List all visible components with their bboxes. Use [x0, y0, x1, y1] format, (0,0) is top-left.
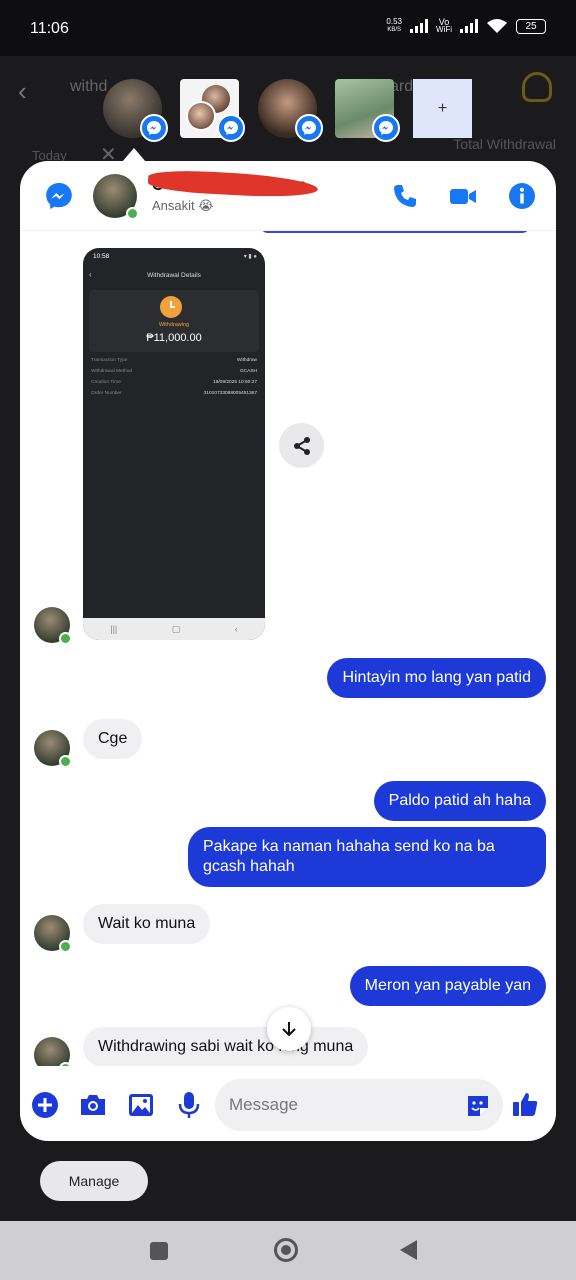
shot-row-label: Transaction Type: [91, 358, 128, 363]
chat-heads-row: +: [103, 79, 473, 142]
thumbs-up-icon[interactable]: [510, 1090, 540, 1120]
message-list[interactable]: 10:58 ▾ ▮ ● ‹ Withdrawal Details Withdra…: [20, 231, 556, 1066]
info-icon[interactable]: [507, 181, 537, 211]
shot-home-icon: ▢: [171, 623, 181, 634]
plus-circle-icon[interactable]: [30, 1090, 60, 1120]
online-indicator: [59, 940, 72, 953]
shot-row-label: Order Number: [91, 391, 122, 396]
shot-title: Withdrawal Details: [147, 272, 201, 279]
share-icon: [293, 436, 310, 455]
online-indicator: [126, 207, 139, 220]
previous-bubble-edge: [260, 231, 530, 233]
sticker-icon[interactable]: [465, 1093, 491, 1119]
outgoing-message[interactable]: Meron yan payable yan: [349, 966, 546, 1006]
shot-row: Withdrawal Method GCASH: [91, 369, 257, 380]
status-time: 11:06: [30, 20, 69, 37]
status-bar: 11:06 0.53 KB/S Vo WiFi 25: [0, 0, 576, 56]
headset-icon: [522, 72, 552, 102]
incoming-message[interactable]: Wait ko muna: [83, 904, 211, 944]
home-icon[interactable]: [274, 1238, 298, 1262]
shot-amount: ₱11,000.00: [146, 332, 202, 344]
contact-avatar[interactable]: [93, 174, 139, 220]
contact-status: Ansakit 😭: [152, 198, 214, 213]
message-composer: [20, 1076, 556, 1136]
online-indicator: [59, 755, 72, 768]
messenger-icon: [140, 114, 168, 142]
messenger-icon: [295, 114, 323, 142]
shot-row-value: 31010733088005491367: [203, 391, 257, 396]
arrow-down-icon: [282, 1022, 296, 1037]
shot-row-label: Withdrawal Method: [91, 369, 133, 374]
volte-indicator: Vo WiFi: [436, 18, 452, 34]
status-icons: 0.53 KB/S Vo WiFi 25: [386, 18, 546, 34]
add-chat-head-button[interactable]: +: [413, 79, 472, 138]
shot-row-value: GCASH: [239, 369, 257, 374]
sender-avatar[interactable]: [34, 607, 72, 645]
outgoing-message[interactable]: Paldo patid ah haha: [373, 781, 546, 821]
net-speed-value: 0.53: [386, 17, 402, 26]
messenger-logo-icon[interactable]: [44, 181, 74, 211]
incoming-message[interactable]: Withdrawing sabi wait ko nlng muna: [83, 1027, 369, 1066]
shot-row: Creation Time 19/09/2025 10:50:27: [91, 380, 257, 391]
sender-avatar[interactable]: [34, 1037, 72, 1066]
net-speed-unit: KB/S: [387, 27, 402, 33]
clock-icon: [160, 296, 182, 318]
messenger-icon: [217, 114, 245, 142]
chat-head-group[interactable]: [180, 79, 245, 142]
net-speed: 0.53 KB/S: [386, 18, 402, 34]
shot-row: Transaction Type Withdraw: [91, 358, 257, 369]
volte-bottom: WiFi: [436, 25, 452, 34]
chat-head-3[interactable]: [258, 79, 323, 142]
shot-status-icons: ▾ ▮ ●: [243, 254, 257, 260]
chat-window: Cra Ansakit 😭 10:58 ▾ ▮ ● ‹ Withdrawal D…: [20, 161, 556, 1141]
shot-row-value: 19/09/2025 10:50:27: [212, 380, 257, 385]
outgoing-message[interactable]: Hintayin mo lang yan patid: [327, 658, 546, 698]
image-message[interactable]: 10:58 ▾ ▮ ● ‹ Withdrawal Details Withdra…: [83, 248, 265, 640]
share-button[interactable]: [279, 423, 324, 468]
chat-head-4[interactable]: [335, 79, 400, 142]
bg-tab-text: withd: [70, 78, 108, 95]
recents-icon[interactable]: [150, 1242, 168, 1260]
add-chat-head-label: +: [437, 99, 448, 117]
sender-avatar[interactable]: [34, 730, 72, 768]
camera-icon[interactable]: [78, 1090, 108, 1120]
outgoing-message[interactable]: Pakape ka naman hahaha send ko na ba gca…: [188, 827, 546, 887]
manage-button[interactable]: Manage: [40, 1161, 148, 1201]
shot-time: 10:58: [93, 253, 110, 260]
shot-recents-icon: |||: [110, 624, 118, 634]
online-indicator: [59, 632, 72, 645]
back-arrow-icon: ‹: [18, 76, 27, 106]
chat-head-active[interactable]: [103, 79, 168, 142]
shot-back-nav-icon: ‹: [234, 624, 238, 634]
phone-call-icon[interactable]: [390, 181, 420, 211]
wifi-icon: [487, 19, 507, 33]
chat-header: Cra Ansakit 😭: [20, 161, 556, 231]
microphone-icon[interactable]: [174, 1090, 204, 1120]
shot-detail-rows: Transaction Type Withdraw Withdrawal Meth…: [91, 358, 257, 402]
shot-row-label: Creation Time: [91, 380, 121, 385]
group-avatar-2: [186, 101, 216, 131]
shot-row: Order Number 31010733088005491367: [91, 391, 257, 402]
shot-status-label: Withdrawing: [158, 322, 190, 328]
online-indicator: [59, 1062, 72, 1066]
gallery-icon[interactable]: [126, 1090, 156, 1120]
sender-avatar[interactable]: [34, 915, 72, 953]
battery-level: 25: [525, 20, 537, 32]
signal-icon: [410, 19, 428, 33]
bubble-pointer: [122, 148, 146, 162]
signal-icon-2: [460, 19, 478, 33]
shot-row-value: Withdraw: [237, 358, 257, 363]
video-call-icon[interactable]: [448, 181, 478, 211]
scroll-to-bottom-button[interactable]: [267, 1007, 311, 1051]
back-icon[interactable]: [400, 1240, 417, 1260]
battery-icon: 25: [516, 18, 546, 34]
incoming-message[interactable]: Cge: [83, 719, 143, 759]
messenger-icon: [372, 114, 400, 142]
shot-nav-bar: ||| ▢ ‹: [83, 618, 265, 640]
message-input[interactable]: [215, 1079, 503, 1131]
system-nav-bar: [0, 1221, 576, 1280]
